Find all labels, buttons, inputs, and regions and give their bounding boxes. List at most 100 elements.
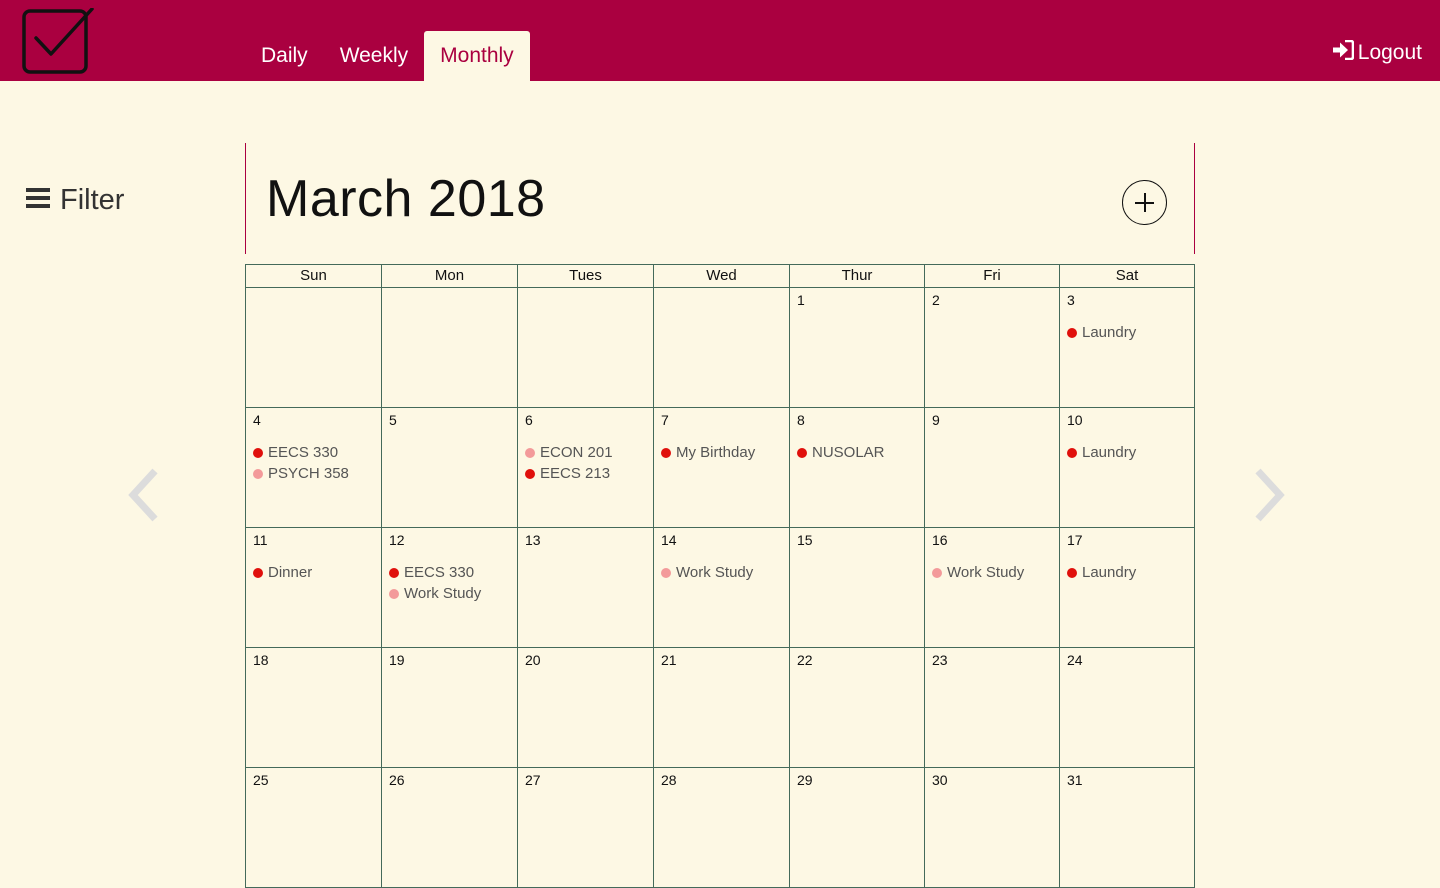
tab-monthly[interactable]: Monthly [424, 31, 530, 81]
event-dot-icon [661, 567, 671, 578]
day-cell[interactable] [246, 288, 382, 408]
event-list: My Birthday [661, 442, 782, 463]
day-cell[interactable]: 24 [1060, 648, 1195, 768]
week-row: 18 19 20 21 22 23 24 [246, 648, 1195, 768]
day-cell[interactable]: 21 [654, 648, 790, 768]
day-number: 23 [932, 652, 948, 668]
event-dot-icon [661, 447, 671, 458]
day-cell[interactable] [518, 288, 654, 408]
event-dot-icon [525, 447, 535, 458]
day-cell[interactable]: 10 Laundry [1060, 408, 1195, 528]
weekday-label: Fri [925, 265, 1060, 288]
weekday-label: Thur [790, 265, 925, 288]
day-number: 1 [797, 292, 805, 308]
event-name: EECS 330 [268, 444, 339, 461]
day-number: 31 [1067, 772, 1083, 788]
event-item[interactable]: NUSOLAR [797, 442, 917, 463]
filter-label: Filter [60, 184, 125, 216]
sign-in-icon [1332, 39, 1355, 66]
chevron-right-icon[interactable] [1250, 468, 1290, 522]
checkbox-logo-icon[interactable] [22, 7, 94, 74]
day-number: 15 [797, 532, 813, 548]
day-number: 26 [389, 772, 405, 788]
day-number: 17 [1067, 532, 1083, 548]
day-cell[interactable]: 1 [790, 288, 925, 408]
event-item[interactable]: Laundry [1067, 562, 1187, 583]
day-cell[interactable]: 29 [790, 768, 925, 888]
week-row: 11 Dinner 12 EECS 330 Work Study 13 14 Work Stu… [246, 528, 1195, 648]
day-cell[interactable]: 12 EECS 330 Work Study [382, 528, 518, 648]
day-number: 4 [253, 412, 261, 428]
event-list: Laundry [1067, 442, 1187, 463]
day-cell[interactable]: 19 [382, 648, 518, 768]
event-item[interactable]: Work Study [661, 562, 782, 583]
event-name: Laundry [1082, 324, 1137, 341]
day-number [253, 292, 374, 308]
event-item[interactable]: Work Study [932, 562, 1052, 583]
day-cell[interactable]: 28 [654, 768, 790, 888]
day-cell[interactable]: 17 Laundry [1060, 528, 1195, 648]
event-name: EECS 330 [404, 564, 475, 581]
tab-weekly[interactable]: Weekly [324, 31, 424, 81]
day-number: 21 [661, 652, 677, 668]
day-number: 5 [389, 412, 397, 428]
day-cell[interactable]: 9 [925, 408, 1060, 528]
day-cell[interactable] [382, 288, 518, 408]
tab-daily[interactable]: Daily [245, 31, 324, 81]
day-cell[interactable]: 5 [382, 408, 518, 528]
day-cell[interactable] [654, 288, 790, 408]
weekday-header-row: Sun Mon Tues Wed Thur Fri Sat [246, 265, 1195, 288]
day-cell[interactable]: 7 My Birthday [654, 408, 790, 528]
event-list: NUSOLAR [797, 442, 917, 463]
day-cell[interactable]: 27 [518, 768, 654, 888]
day-cell[interactable]: 14 Work Study [654, 528, 790, 648]
event-dot-icon [525, 468, 535, 479]
day-cell[interactable]: 6 ECON 201 EECS 213 [518, 408, 654, 528]
day-cell[interactable]: 3 Laundry [1060, 288, 1195, 408]
logout-button[interactable]: Logout [1332, 39, 1422, 66]
event-item[interactable]: Laundry [1067, 442, 1187, 463]
event-dot-icon [932, 567, 942, 578]
filter-button[interactable]: Filter [26, 184, 124, 217]
month-title: March 2018 [266, 170, 546, 228]
event-dot-icon [253, 447, 263, 458]
day-number: 16 [932, 532, 948, 548]
day-cell[interactable]: 25 [246, 768, 382, 888]
calendar-grid: Sun Mon Tues Wed Thur Fri Sat 1 2 3 Laundry 4 EECS 3… [245, 264, 1195, 888]
event-dot-icon [1067, 447, 1077, 458]
day-number: 29 [797, 772, 813, 788]
event-item[interactable]: EECS 330 [389, 562, 510, 583]
chevron-left-icon[interactable] [125, 468, 165, 522]
day-cell[interactable]: 23 [925, 648, 1060, 768]
day-number: 2 [932, 292, 940, 308]
add-event-button[interactable] [1122, 180, 1167, 225]
day-cell[interactable]: 2 [925, 288, 1060, 408]
top-navbar: Daily Weekly Monthly Logout [0, 0, 1440, 81]
day-number: 11 [253, 532, 268, 548]
event-item[interactable]: My Birthday [661, 442, 782, 463]
event-item[interactable]: EECS 213 [525, 463, 646, 484]
day-number: 3 [1067, 292, 1075, 308]
day-cell[interactable]: 16 Work Study [925, 528, 1060, 648]
event-list: ECON 201 EECS 213 [525, 442, 646, 484]
day-cell[interactable]: 18 [246, 648, 382, 768]
day-cell[interactable]: 26 [382, 768, 518, 888]
event-item[interactable]: EECS 330 [253, 442, 374, 463]
event-item[interactable]: ECON 201 [525, 442, 646, 463]
day-cell[interactable]: 15 [790, 528, 925, 648]
event-item[interactable]: PSYCH 358 [253, 463, 374, 484]
day-cell[interactable]: 11 Dinner [246, 528, 382, 648]
event-item[interactable]: Laundry [1067, 322, 1187, 343]
day-cell[interactable]: 30 [925, 768, 1060, 888]
day-cell[interactable]: 8 NUSOLAR [790, 408, 925, 528]
event-item[interactable]: Dinner [253, 562, 374, 583]
day-cell[interactable]: 20 [518, 648, 654, 768]
event-item[interactable]: Work Study [389, 583, 510, 604]
day-cell[interactable]: 4 EECS 330 PSYCH 358 [246, 408, 382, 528]
day-number: 9 [932, 412, 940, 428]
event-dot-icon [1067, 327, 1077, 338]
weekday-label: Tues [518, 265, 654, 288]
day-cell[interactable]: 31 [1060, 768, 1195, 888]
day-cell[interactable]: 13 [518, 528, 654, 648]
day-cell[interactable]: 22 [790, 648, 925, 768]
